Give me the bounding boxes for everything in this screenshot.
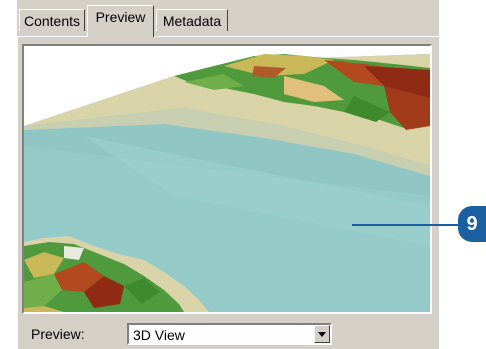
tab-contents[interactable]: Contents [19, 9, 85, 31]
preview-toolbar: Preview: 3D View [17, 318, 439, 349]
catalog-window: Contents Preview Metadata Preview: 3D Vi… [17, 0, 439, 349]
tab-preview[interactable]: Preview [87, 5, 154, 37]
chevron-down-icon [318, 331, 326, 337]
preview-type-value: 3D View [133, 327, 185, 343]
tab-preview-label: Preview [95, 9, 146, 25]
preview-type-dropdown[interactable]: 3D View [127, 323, 332, 345]
callout-badge: 9 [458, 206, 486, 242]
3d-preview-viewport[interactable] [22, 44, 432, 314]
tab-strip: Contents Preview Metadata [17, 0, 439, 37]
dropdown-button[interactable] [314, 325, 330, 343]
tab-metadata-label: Metadata [162, 12, 222, 29]
terrain-render [24, 46, 430, 312]
preview-type-label: Preview: [31, 326, 85, 342]
callout-leader-line [352, 224, 464, 226]
tab-contents-label: Contents [23, 12, 81, 29]
callout-number: 9 [466, 212, 478, 235]
tab-metadata[interactable]: Metadata [156, 9, 228, 31]
